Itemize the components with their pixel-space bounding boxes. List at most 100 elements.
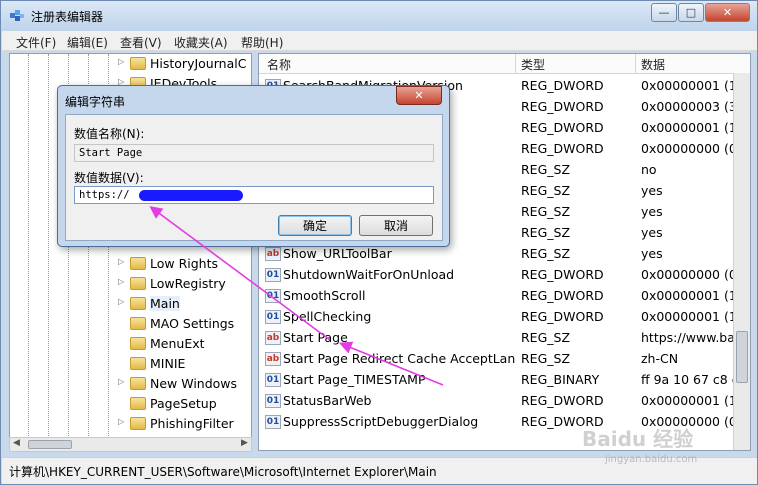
value-data: 0x00000003 (3) [641,99,741,114]
tree-horizontal-scrollbar[interactable]: ◀ ▶ [9,437,252,452]
value-type: REG_DWORD [521,99,604,114]
scrollbar-thumb[interactable] [28,440,72,449]
list-row[interactable]: 01 StatusBarWeb REG_DWORD 0x00000001 (1) [259,391,741,412]
value-data: no [641,162,657,177]
dialog-close-button[interactable]: ✕ [396,86,442,105]
folder-icon [130,417,146,430]
key-path: 计算机\HKEY_CURRENT_USER\Software\Microsoft… [9,465,437,479]
value-data: yes [641,246,663,261]
list-row[interactable]: ab Start Page Redirect Cache AcceptLangs R… [259,349,739,370]
value-data: yes [641,183,663,198]
scroll-right-icon[interactable]: ▶ [241,438,248,448]
tree-item-label: Main [150,296,180,311]
value-data: https://www.baid [641,330,741,345]
value-type: REG_DWORD [521,288,604,303]
dialog-title: 编辑字符串 [65,95,126,109]
value-name: Start Page [283,330,348,345]
value-name: Show_URLToolBar [283,246,392,261]
tree-item-label: PageSetup [150,396,217,411]
value-type: REG_SZ [521,225,571,240]
binary-value-icon: 01 [265,394,281,408]
column-type-header[interactable]: 类型 [521,56,545,73]
expand-arrow-icon[interactable]: ▷ [118,417,128,426]
folder-icon [130,57,146,70]
binary-value-icon: 01 [265,310,281,324]
value-type: REG_SZ [521,351,571,366]
cancel-button[interactable]: 取消 [359,215,433,236]
list-row[interactable]: ab Start Page REG_SZ https://www.baid [259,328,741,349]
ok-button[interactable]: 确定 [278,215,352,236]
tree-item-label: MINIE [150,356,186,371]
expand-arrow-icon[interactable]: ▷ [118,297,128,306]
value-type: REG_SZ [521,246,571,261]
redaction-mark [139,190,243,201]
menu-edit[interactable]: 编辑(E) [67,34,108,51]
list-row[interactable]: 01 SpellChecking REG_DWORD 0x00000001 (1) [259,307,741,328]
list-vertical-scrollbar[interactable] [733,73,750,450]
expand-arrow-icon[interactable]: ▷ [118,57,128,66]
list-row[interactable]: ab Show_URLToolBar REG_SZ yes [259,244,739,265]
value-type: REG_SZ [521,204,571,219]
string-value-icon: ab [265,352,281,366]
value-data: 0x00000001 (1) [641,120,741,135]
maximize-button[interactable]: □ [678,3,704,22]
value-data: ff 9a 10 67 c8 e5 [641,372,741,387]
value-type: REG_SZ [521,330,571,345]
tree-item-label: New Windows [150,376,238,391]
string-value-icon: ab [265,331,281,345]
folder-icon [130,377,146,390]
column-data-header[interactable]: 数据 [641,56,665,73]
tree-item-label: PhishingFilter [150,416,234,431]
folder-icon [130,337,146,350]
binary-value-icon: 01 [265,373,281,387]
value-data: 0x00000000 (0) [641,267,741,282]
value-type: REG_SZ [521,183,571,198]
value-name: StatusBarWeb [283,393,372,408]
value-type: REG_SZ [521,162,571,177]
value-data: 0x00000000 (0) [641,141,741,156]
value-type: REG_BINARY [521,372,600,387]
menu-file[interactable]: 文件(F) [16,34,56,51]
value-name: Start Page_TIMESTAMP [283,372,426,387]
window-title: 注册表编辑器 [31,10,104,24]
folder-icon [130,277,146,290]
folder-icon [130,297,146,310]
title-bar: 注册表编辑器 — □ ✕ [1,1,757,31]
value-data-text: https:// [79,189,130,201]
value-name-field: Start Page [74,144,434,162]
value-name: SpellChecking [283,309,372,324]
menu-bar: 文件(F) 编辑(E) 查看(V) 收藏夹(A) 帮助(H) [2,31,757,51]
value-data: yes [641,225,663,240]
value-type: REG_DWORD [521,309,604,324]
value-data: zh-CN [641,351,679,366]
value-data: 0x00000001 (1) [641,288,741,303]
scrollbar-thumb[interactable] [736,331,748,383]
value-data: 0x00000001 (1) [641,309,741,324]
menu-favorites[interactable]: 收藏夹(A) [174,34,228,51]
value-type: REG_DWORD [521,78,604,93]
list-row[interactable]: 01 ShutdownWaitForOnUnload REG_DWORD 0x0000… [259,265,741,286]
value-data: yes [641,204,663,219]
expand-arrow-icon[interactable]: ▷ [118,277,128,286]
value-name: SmoothScroll [283,288,366,303]
dialog-body: 数值名称(N): Start Page 数值数据(V): https:// 确定… [65,114,443,241]
expand-arrow-icon[interactable]: ▷ [118,257,128,266]
column-name-header[interactable]: 名称 [267,56,291,73]
list-row[interactable]: 01 Start Page_TIMESTAMP REG_BINARY ff 9a 10… [259,370,741,391]
scroll-left-icon[interactable]: ◀ [13,438,20,448]
tree-item-label: LowRegistry [150,276,226,291]
menu-help[interactable]: 帮助(H) [241,34,283,51]
close-button[interactable]: ✕ [705,3,750,22]
minimize-button[interactable]: — [651,3,677,22]
value-type: REG_DWORD [521,120,604,135]
binary-value-icon: 01 [265,289,281,303]
value-data-input[interactable]: https:// [74,186,434,204]
expand-arrow-icon[interactable]: ▷ [118,377,128,386]
watermark-logo: Baidu 经验 [582,427,694,451]
value-name: Start Page Redirect Cache AcceptLangs [283,351,515,366]
list-row[interactable]: 01 SmoothScroll REG_DWORD 0x00000001 (1) [259,286,741,307]
value-type: REG_DWORD [521,267,604,282]
menu-view[interactable]: 查看(V) [120,34,162,51]
folder-icon [130,257,146,270]
watermark-url: jingyan.baidu.com [605,454,698,465]
